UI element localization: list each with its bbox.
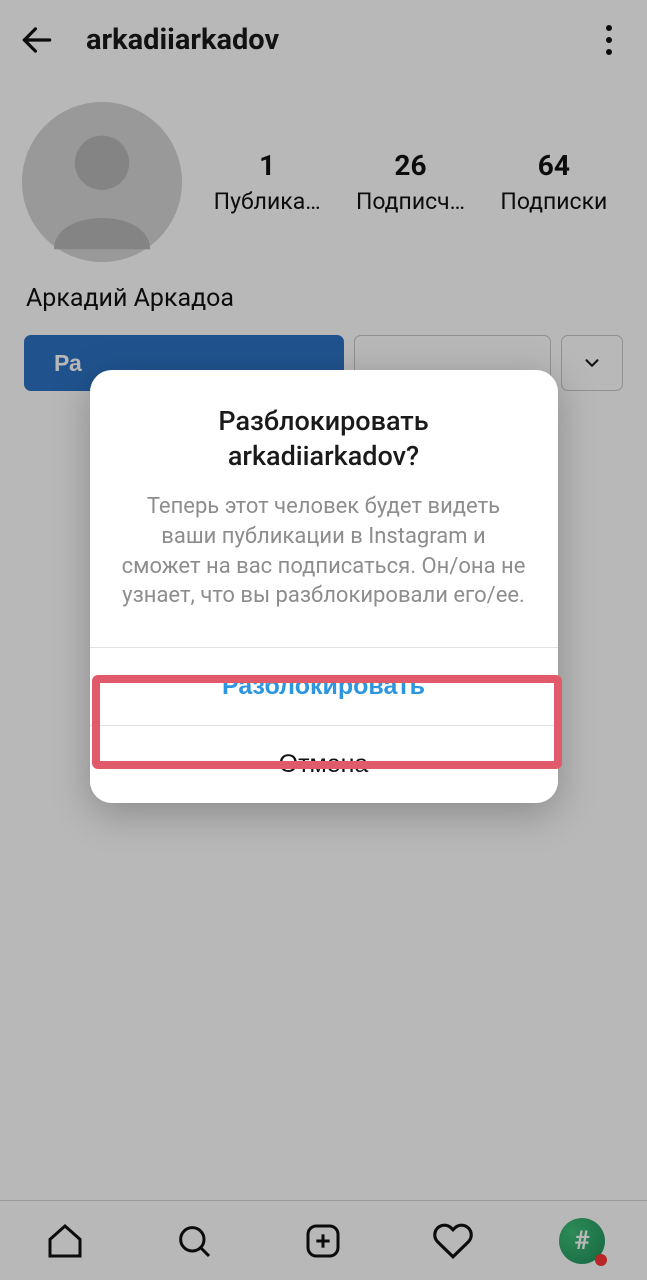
dialog-title: Разблокировать arkadiiarkadov?: [90, 370, 558, 478]
unblock-dialog: Разблокировать arkadiiarkadov? Теперь эт…: [90, 370, 558, 803]
dialog-body: Теперь этот человек будет видеть ваши пу…: [90, 478, 558, 647]
dialog-cancel-button[interactable]: Отмена: [90, 725, 558, 803]
dialog-actions: Разблокировать Отмена: [90, 647, 558, 803]
dialog-unblock-button[interactable]: Разблокировать: [90, 648, 558, 725]
app-screen: arkadiiarkadov 1 Публика… 26 Подписч… 64: [0, 0, 647, 1280]
